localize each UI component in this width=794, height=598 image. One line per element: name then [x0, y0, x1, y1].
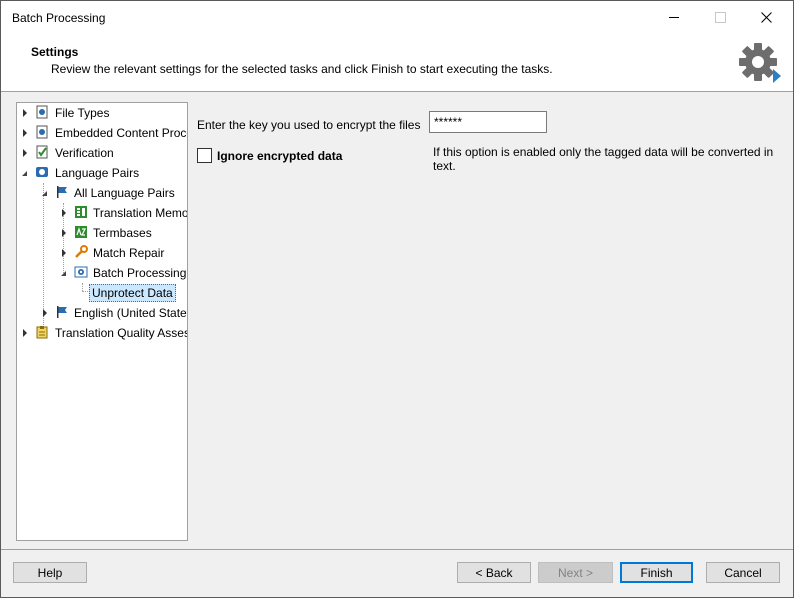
ignore-encrypted-checkbox[interactable] [197, 148, 212, 163]
language-pairs-icon [36, 167, 48, 177]
file-types-icon [36, 105, 48, 119]
cancel-button[interactable]: Cancel [706, 562, 780, 583]
window-title: Batch Processing [12, 11, 106, 25]
gear-icon [739, 43, 781, 83]
collapse-arrow-icon[interactable] [22, 171, 27, 176]
expand-arrow-icon[interactable] [23, 129, 27, 137]
expand-arrow-icon[interactable] [23, 109, 27, 117]
tree-item-label: English (United States [74, 306, 188, 320]
tree-item-label: File Types [55, 106, 110, 120]
tree-item-label: Match Repair [93, 246, 165, 260]
expand-arrow-icon[interactable] [62, 209, 66, 217]
batch-processing-dialog: Batch Processing Settings Review the rel… [0, 0, 794, 598]
ignore-help-text: If this option is enabled only the tagge… [433, 145, 774, 173]
batch-processing-icon [74, 266, 88, 278]
encryption-key-input[interactable]: ****** [429, 111, 547, 133]
maximize-button[interactable] [697, 1, 743, 34]
help-button[interactable]: Help [13, 562, 87, 583]
maximize-icon [714, 12, 726, 23]
settings-tree[interactable]: File Types Embedded Content Proce Verifi… [16, 102, 188, 541]
collapse-arrow-icon[interactable] [61, 271, 66, 276]
close-button[interactable] [743, 1, 789, 34]
wrench-icon [75, 245, 88, 258]
tree-connector [82, 283, 83, 291]
flag-icon [57, 306, 67, 318]
close-icon [760, 12, 772, 23]
tree-item-label: Embedded Content Proce [55, 126, 188, 140]
tree-item-label: Translation Quality Assess [55, 326, 188, 340]
expand-arrow-icon[interactable] [23, 149, 27, 157]
ignore-encrypted-label[interactable]: Ignore encrypted data [217, 149, 342, 163]
next-button[interactable]: Next > [538, 562, 613, 583]
back-button[interactable]: < Back [457, 562, 531, 583]
translation-memory-icon [75, 206, 87, 218]
footer-divider [1, 549, 793, 550]
expand-arrow-icon[interactable] [62, 229, 66, 237]
tree-item-label: Unprotect Data [89, 284, 176, 302]
page-description: Review the relevant settings for the sel… [51, 62, 553, 76]
verification-icon [36, 145, 48, 159]
tree-item-label: Batch Processing [93, 266, 187, 280]
key-label: Enter the key you used to encrypt the fi… [197, 118, 421, 132]
termbase-icon [75, 226, 87, 238]
minimize-button[interactable] [651, 1, 697, 34]
tree-item-label: Language Pairs [55, 166, 140, 180]
finish-button[interactable]: Finish [620, 562, 693, 583]
tree-item-label: All Language Pairs [74, 186, 175, 200]
minimize-icon [669, 17, 679, 18]
expand-arrow-icon[interactable] [43, 309, 47, 317]
clipboard-icon [36, 326, 48, 339]
expand-arrow-icon[interactable] [23, 329, 27, 337]
settings-panel: Enter the key you used to encrypt the fi… [197, 102, 787, 542]
tree-item-label: Termbases [93, 226, 152, 240]
flag-icon [57, 186, 67, 198]
title-bar: Batch Processing [1, 1, 793, 34]
page-title: Settings [31, 45, 79, 59]
embedded-content-icon [36, 125, 48, 139]
tree-item-label: Translation Memo [93, 206, 188, 220]
expand-arrow-icon[interactable] [62, 249, 66, 257]
collapse-arrow-icon[interactable] [42, 191, 47, 196]
tree-item-label: Verification [55, 146, 114, 160]
wizard-header: Settings Review the relevant settings fo… [1, 34, 793, 92]
